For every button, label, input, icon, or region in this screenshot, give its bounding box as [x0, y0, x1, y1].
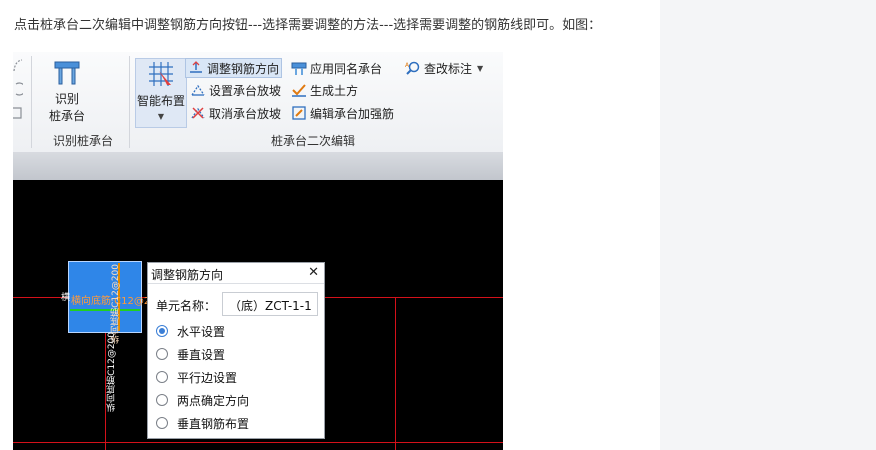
adjust-rebar-direction-button[interactable]: 调整钢筋方向	[185, 58, 283, 78]
edit-reinforcement-icon	[292, 106, 306, 120]
option-label: 水平设置	[177, 324, 226, 339]
ribbon-separator	[129, 56, 130, 148]
radio-parallel-edge[interactable]	[156, 371, 168, 383]
smart-layout-label: 智能布置	[136, 94, 185, 108]
generate-earthwork-label: 生成土方	[310, 83, 359, 98]
option-parallel-edge[interactable]: 平行边设置	[156, 368, 237, 386]
apply-same-name-icon	[291, 62, 307, 75]
identify-pile-cap-button[interactable]: 识别 桩承台	[41, 58, 93, 128]
option-two-points[interactable]: 两点确定方向	[156, 391, 249, 409]
axis-line	[395, 297, 396, 450]
dialog-titlebar[interactable]: 调整钢筋方向 ✕	[148, 263, 324, 284]
radio-vertical[interactable]	[156, 348, 168, 360]
apply-same-name-button[interactable]: 应用同名承台	[289, 58, 384, 78]
modify-annotation-button[interactable]: A 查改标注 ▼	[403, 58, 485, 78]
article-card: 点击桩承台二次编辑中调整钢筋方向按钮---选择需要调整的方法---选择需要调整的…	[0, 0, 660, 450]
circle-tool-icon[interactable]	[13, 82, 23, 96]
option-label: 垂直钢筋布置	[177, 416, 250, 431]
option-label: 平行边设置	[177, 370, 238, 385]
axis-line	[13, 442, 503, 443]
ribbon-bottom-band	[13, 152, 503, 180]
cancel-slope-label: 取消承台放坡	[209, 106, 282, 121]
set-slope-button[interactable]: 设置承台放坡	[188, 80, 283, 100]
edit-reinforcement-label: 编辑承台加强筋	[310, 106, 395, 121]
radio-horizontal[interactable]	[156, 325, 168, 337]
rect-tool-icon[interactable]	[13, 106, 23, 120]
close-icon[interactable]: ✕	[308, 265, 319, 280]
option-label: 两点确定方向	[177, 393, 250, 408]
modify-annotation-label: 查改标注	[424, 61, 473, 76]
arc-tool-icon[interactable]	[13, 58, 23, 72]
grid-layout-icon	[149, 62, 173, 86]
option-label: 垂直设置	[177, 347, 226, 362]
adjust-rebar-direction-dialog: 调整钢筋方向 ✕ 单元名称： （底）ZCT-1-1 水平设置 垂直设置 平行边设…	[147, 262, 325, 439]
ribbon-toolbar: 识别 桩承台 识别桩承台 智能布置 ▼ 调整钢筋方向 设置承台放坡 取消承台放坡…	[13, 52, 503, 153]
vertical-rebar-label-bottom: 纵向底筋C12@200	[107, 332, 117, 412]
horizontal-rebar-line[interactable]	[70, 309, 140, 311]
radio-vertical-rebar-layout[interactable]	[156, 417, 168, 429]
unit-name-label: 单元名称：	[156, 299, 217, 313]
apply-same-name-label: 应用同名承台	[310, 61, 383, 76]
dialog-title: 调整钢筋方向	[151, 268, 224, 282]
chevron-down-icon: ▼	[157, 112, 165, 121]
cancel-slope-icon	[191, 107, 205, 119]
rebar-direction-icon	[190, 61, 202, 73]
option-vertical[interactable]: 垂直设置	[156, 345, 225, 363]
slope-icon	[191, 84, 205, 96]
smart-layout-button[interactable]: 智能布置 ▼	[135, 58, 187, 128]
option-horizontal[interactable]: 水平设置	[156, 322, 225, 340]
set-slope-label: 设置承台放坡	[209, 83, 282, 98]
edit-group-title: 桩承台二次编辑	[271, 134, 356, 148]
identify-label-line1: 识别	[54, 92, 79, 106]
chevron-down-icon: ▼	[477, 63, 484, 73]
magnifier-icon: A	[405, 61, 420, 75]
cancel-slope-button[interactable]: 取消承台放坡	[188, 103, 283, 123]
identify-label-line2: 桩承台	[48, 109, 85, 123]
radio-two-points[interactable]	[156, 394, 168, 406]
option-vertical-rebar-layout[interactable]: 垂直钢筋布置	[156, 414, 249, 432]
rebar-label-left: 横	[59, 292, 69, 301]
instruction-text: 点击桩承台二次编辑中调整钢筋方向按钮---选择需要调整的方法---选择需要调整的…	[14, 18, 602, 33]
adjust-rebar-direction-label: 调整钢筋方向	[207, 61, 280, 76]
edit-reinforcement-button[interactable]: 编辑承台加强筋	[289, 103, 396, 123]
pile-cap-icon	[54, 61, 80, 85]
ribbon-separator	[31, 56, 32, 148]
unit-name-field[interactable]: （底）ZCT-1-1	[222, 292, 318, 316]
earthwork-icon	[292, 84, 306, 97]
identify-group-title: 识别桩承台	[53, 134, 114, 148]
generate-earthwork-button[interactable]: 生成土方	[289, 80, 360, 100]
